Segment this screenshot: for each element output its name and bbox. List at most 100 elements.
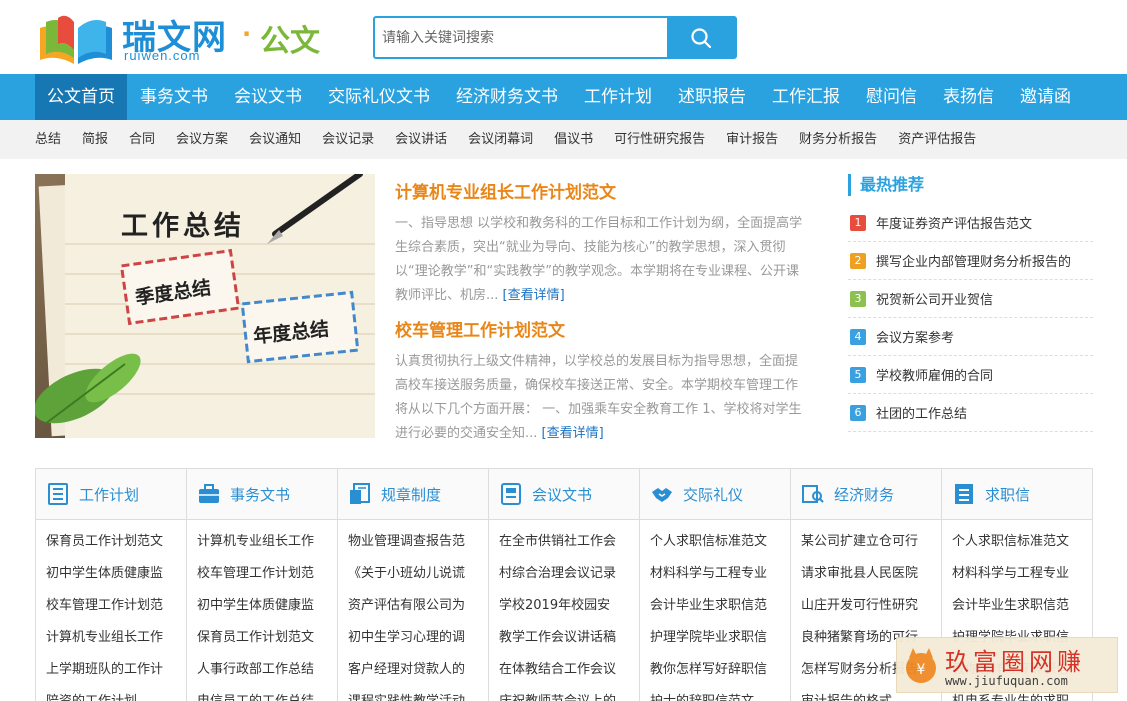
briefcase-icon bbox=[199, 484, 219, 503]
read-more-link[interactable]: [查看详情] bbox=[503, 288, 565, 303]
rank-badge: 1 bbox=[850, 214, 866, 231]
category-link[interactable]: 学校2019年校园安 bbox=[499, 593, 632, 625]
category-link[interactable]: 会计毕业生求职信范 bbox=[650, 593, 783, 625]
nav-item[interactable]: 会议文书 bbox=[221, 74, 315, 120]
subnav-item[interactable]: 合同 bbox=[129, 120, 155, 159]
category-header[interactable]: 会议文书 bbox=[489, 469, 639, 520]
rank-badge: 6 bbox=[850, 404, 866, 421]
category-link[interactable]: 上学期班队的工作计 bbox=[46, 657, 179, 689]
category-link[interactable]: 庆祝教师节会议上的 bbox=[499, 689, 632, 701]
hot-item[interactable]: 1 年度证券资产评估报告范文 bbox=[848, 204, 1093, 242]
subnav-item[interactable]: 会议讲话 bbox=[395, 120, 447, 159]
watermark-url: www.jiufuquan.com bbox=[945, 674, 1068, 688]
category-header[interactable]: 工作计划 bbox=[36, 469, 186, 520]
article-title[interactable]: 校车管理工作计划范文 bbox=[395, 316, 810, 341]
category-title: 经济财务 bbox=[834, 485, 895, 504]
nav-item[interactable]: 经济财务文书 bbox=[443, 74, 571, 120]
category-link[interactable]: 教学工作会议讲话稿 bbox=[499, 625, 632, 657]
search-button[interactable] bbox=[667, 18, 735, 57]
category-column: 会议文书在全市供销社工作会 村综合治理会议记录 学校2019年校园安 教学工作会议讲话… bbox=[489, 469, 640, 701]
subnav-item[interactable]: 简报 bbox=[82, 120, 108, 159]
category-link[interactable]: 初中生学习心理的调 bbox=[348, 625, 481, 657]
category-header[interactable]: 经济财务 bbox=[791, 469, 941, 520]
nav-item[interactable]: 表扬信 bbox=[930, 74, 1007, 120]
hot-item[interactable]: 6 社团的工作总结 bbox=[848, 394, 1093, 432]
category-link[interactable]: 保育员工作计划范文 bbox=[197, 625, 330, 657]
hot-item[interactable]: 2 撰写企业内部管理财务分析报告的 bbox=[848, 242, 1093, 280]
category-link[interactable]: 初中学生体质健康监 bbox=[46, 561, 179, 593]
subnav-item[interactable]: 资产评估报告 bbox=[898, 120, 976, 159]
category-header[interactable]: 交际礼仪 bbox=[640, 469, 790, 520]
category-header[interactable]: 求职信 bbox=[942, 469, 1092, 520]
site-logo[interactable]: 瑞文网 ruiwen.com · 公文 bbox=[36, 6, 336, 66]
category-link[interactable]: 计算机专业组长工作 bbox=[46, 625, 179, 657]
hot-item-title: 年度证券资产评估报告范文 bbox=[876, 217, 1033, 232]
category-link[interactable]: 保育员工作计划范文 bbox=[46, 529, 179, 561]
nav-item[interactable]: 公文首页 bbox=[35, 74, 127, 120]
category-link[interactable]: 客户经理对贷款人的 bbox=[348, 657, 481, 689]
category-link[interactable]: 山庄开发可行性研究 bbox=[801, 593, 934, 625]
category-header[interactable]: 规章制度 bbox=[338, 469, 488, 520]
nav-item[interactable]: 工作计划 bbox=[571, 74, 665, 120]
category-link[interactable]: 个人求职信标准范文 bbox=[650, 529, 783, 561]
subnav-item[interactable]: 会议通知 bbox=[249, 120, 301, 159]
hot-item[interactable]: 3 祝贺新公司开业贺信 bbox=[848, 280, 1093, 318]
category-header[interactable]: 事务文书 bbox=[187, 469, 337, 520]
category-link[interactable]: 课程实践性教学活动 bbox=[348, 689, 481, 701]
category-link[interactable]: 初中学生体质健康监 bbox=[197, 593, 330, 625]
subnav-item[interactable]: 财务分析报告 bbox=[799, 120, 877, 159]
search-input[interactable] bbox=[375, 18, 669, 57]
hot-item[interactable]: 5 学校教师雇佣的合同 bbox=[848, 356, 1093, 394]
hot-recommendations: 最热推荐 1 年度证券资产评估报告范文 2 撰写企业内部管理财务分析报告的 3 祝贺新公司… bbox=[848, 174, 1093, 432]
nav-item[interactable]: 事务文书 bbox=[127, 74, 221, 120]
category-link[interactable]: 计算机专业组长工作 bbox=[197, 529, 330, 561]
nav-item[interactable]: 交际礼仪文书 bbox=[315, 74, 443, 120]
finance-search-icon bbox=[802, 485, 824, 503]
handshake-icon bbox=[652, 488, 672, 502]
subnav-item[interactable]: 会议闭幕词 bbox=[468, 120, 533, 159]
subnav-item[interactable]: 会议记录 bbox=[322, 120, 374, 159]
hero-image[interactable]: 工作总结 季度总结 年度总结 bbox=[35, 174, 375, 438]
category-link[interactable]: 校车管理工作计划范 bbox=[46, 593, 179, 625]
article-title[interactable]: 计算机专业组长工作计划范文 bbox=[395, 178, 810, 203]
read-more-link[interactable]: [查看详情] bbox=[542, 426, 604, 441]
category-link[interactable]: 陪资的工作计划 bbox=[46, 689, 179, 701]
category-link[interactable]: 护理学院毕业求职信 bbox=[650, 625, 783, 657]
article-summary-text: 一、指导思想 以学校和教务科的工作目标和工作计划为纲，全面提高学生综合素质，突出… bbox=[395, 216, 803, 303]
hot-item[interactable]: 4 会议方案参考 bbox=[848, 318, 1093, 356]
subnav-item[interactable]: 总结 bbox=[35, 120, 61, 159]
category-link[interactable]: 护士的辞职信范文 bbox=[650, 689, 783, 701]
rank-badge: 2 bbox=[850, 252, 866, 269]
article-summary: 认真贯彻执行上级文件精神，以学校总的发展目标为指导思想，全面提高校车接送服务质量… bbox=[395, 350, 810, 446]
category-link[interactable]: 请求审批县人民医院 bbox=[801, 561, 934, 593]
category-link[interactable]: 个人求职信标准范文 bbox=[952, 529, 1085, 561]
category-link[interactable]: 电信员工的工作总结 bbox=[197, 689, 330, 701]
category-link[interactable]: 物业管理调查报告范 bbox=[348, 529, 481, 561]
nav-item[interactable]: 述职报告 bbox=[665, 74, 759, 120]
subnav-item[interactable]: 审计报告 bbox=[726, 120, 778, 159]
category-link[interactable]: 教你怎样写好辞职信 bbox=[650, 657, 783, 689]
category-link[interactable]: 会计毕业生求职信范 bbox=[952, 593, 1085, 625]
category-link[interactable]: 在体教结合工作会议 bbox=[499, 657, 632, 689]
subnav-item[interactable]: 倡议书 bbox=[554, 120, 593, 159]
category-link[interactable]: 在全市供销社工作会 bbox=[499, 529, 632, 561]
category-link[interactable]: 材料科学与工程专业 bbox=[952, 561, 1085, 593]
featured-article-1: 计算机专业组长工作计划范文 一、指导思想 以学校和教务科的工作目标和工作计划为纲… bbox=[395, 178, 810, 308]
nav-item[interactable]: 工作汇报 bbox=[759, 74, 853, 120]
hot-item-title: 祝贺新公司开业贺信 bbox=[876, 293, 994, 308]
nav-item[interactable]: 邀请函 bbox=[1007, 74, 1084, 120]
watermark-badge: ¥ 玖富圈网赚 www.jiufuquan.com bbox=[896, 637, 1118, 693]
category-link[interactable]: 资产评估有限公司为 bbox=[348, 593, 481, 625]
category-link[interactable]: 校车管理工作计划范 bbox=[197, 561, 330, 593]
category-link[interactable]: 人事行政部工作总结 bbox=[197, 657, 330, 689]
category-link[interactable]: 《关于小班幼儿说谎 bbox=[348, 561, 481, 593]
subnav-item[interactable]: 可行性研究报告 bbox=[614, 120, 705, 159]
category-link[interactable]: 某公司扩建立仓可行 bbox=[801, 529, 934, 561]
hot-item-title: 学校教师雇佣的合同 bbox=[876, 369, 994, 384]
svg-text:¥: ¥ bbox=[917, 662, 926, 678]
hot-item-title: 会议方案参考 bbox=[876, 331, 955, 346]
category-link[interactable]: 村综合治理会议记录 bbox=[499, 561, 632, 593]
category-link[interactable]: 材料科学与工程专业 bbox=[650, 561, 783, 593]
subnav-item[interactable]: 会议方案 bbox=[176, 120, 228, 159]
nav-item[interactable]: 慰问信 bbox=[853, 74, 930, 120]
